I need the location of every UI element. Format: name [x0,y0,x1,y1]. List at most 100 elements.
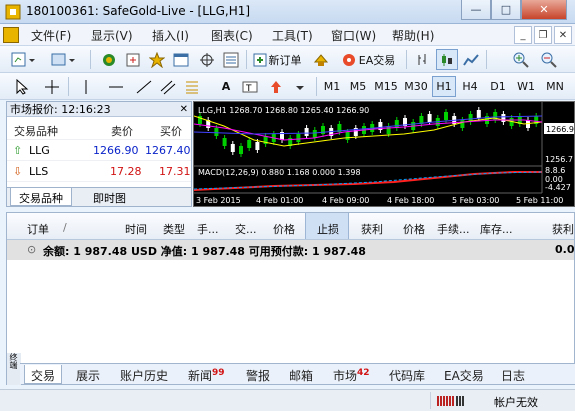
tab-trade[interactable]: 交易 [24,365,63,384]
col-time[interactable]: 时间 [125,221,147,237]
arrow-tool-icon[interactable] [266,76,286,97]
ea-trading-button[interactable]: EA交易 [336,49,400,70]
col-commission[interactable]: 手续... [437,221,470,237]
timeframe-m30[interactable]: M30 [402,76,430,97]
tab-symbols[interactable]: 交易品种 [10,188,72,206]
chart-line-icon[interactable] [460,49,482,70]
tab-tick-chart[interactable]: 即时图 [85,188,134,206]
maximize-button[interactable]: □ [491,0,521,20]
zoom-in-icon[interactable] [510,49,532,70]
strategy-tester-icon[interactable] [196,49,218,70]
col-price[interactable]: 价格 [403,221,425,237]
terminal-toggle-icon[interactable] [170,49,192,70]
balance-icon: ⊙ [27,243,37,256]
col-stop-loss[interactable]: 止损 [305,213,349,239]
tab-alerts[interactable]: 警报 [246,365,270,384]
close-icon[interactable]: ✕ [180,102,188,117]
candle-body [247,140,252,148]
terminal-panel: ✕ 订单 / 时间 类型 手... 交... 价格 止损 获利 价格 手续...… [6,212,575,385]
connection-status-cell[interactable] [430,392,480,409]
tab-mailbox[interactable]: 邮箱 [289,365,313,384]
title-bar: 180100361: SafeGold-Live - [LLG,H1] — □ … [0,0,575,24]
mdi-restore-button[interactable]: ❐ [534,26,552,44]
market-watch-panel: 市场报价: 12:16:23 ✕ 交易品种 卖价 买价 ⇧ LLG 1266.90… [6,101,192,207]
symbol-column-header[interactable]: 交易品种 [14,123,58,139]
profiles-icon[interactable] [48,49,80,70]
minimize-button[interactable]: — [461,0,491,20]
data-window-icon[interactable] [122,49,144,70]
mdi-minimize-button[interactable]: _ [514,26,532,44]
balance-row[interactable]: ⊙ 余额: 1 987.48 USD 净值: 1 987.48 可用预付款: 1… [7,240,575,260]
col-order[interactable]: 订单 [27,221,49,237]
mdi-close-button[interactable]: ✕ [554,26,572,44]
col-type[interactable]: 类型 [163,221,185,237]
balance-summary: 余额: 1 987.48 USD 净值: 1 987.48 可用预付款: 1 9… [43,245,366,258]
tab-market[interactable]: 市场42 [333,365,370,384]
fibonacci-icon[interactable] [182,76,202,97]
timeframe-m15[interactable]: M15 [372,76,400,97]
chart-canvas[interactable]: 1266.9 1256.7 8.8.6 0.00 -4.427 LLG,H1 1… [194,102,575,207]
new-order-button[interactable]: 新订单 [249,49,305,70]
down-arrow-icon: ⇩ [13,165,23,178]
cursor-icon[interactable] [12,76,32,97]
quote-row-lls[interactable]: ⇩ LLS 17.28 17.31 [7,161,191,182]
timeframe-w1[interactable]: W1 [514,76,538,97]
market-watch-tabs: 交易品种 即时图 [7,187,191,206]
chart-candles-icon[interactable] [436,49,458,70]
navigator-icon[interactable] [146,49,168,70]
col-symbol[interactable]: 交... [235,221,257,237]
vertical-line-icon[interactable] [76,76,96,97]
tab-news[interactable]: 新闻99 [188,365,225,384]
price-chart[interactable]: 1266.9 1256.7 8.8.6 0.00 -4.427 LLG,H1 1… [193,101,575,207]
col-profit[interactable]: 获利 [552,221,574,237]
horizontal-line-icon[interactable] [106,76,126,97]
more-tools-icon[interactable] [290,76,310,97]
autotrading-icon[interactable] [310,49,332,70]
tab-code-base[interactable]: 代码库 [389,365,425,384]
channel-icon[interactable] [158,76,178,97]
text-label-icon[interactable]: T [240,76,260,97]
tab-journal[interactable]: 日志 [501,365,525,384]
toolbar-separator [486,50,487,69]
bid-column-header[interactable]: 卖价 [111,123,133,139]
zoom-out-icon[interactable] [538,49,560,70]
close-button[interactable]: ✕ [521,0,567,20]
tab-experts[interactable]: EA交易 [444,365,484,384]
menu-charts[interactable]: 图表(C) [211,27,253,43]
col-take-profit[interactable]: 获利 [361,221,383,237]
menu-window[interactable]: 窗口(W) [331,27,376,43]
crosshair-icon[interactable] [42,76,62,97]
candle-body [230,144,235,152]
candle-body [476,110,481,118]
child-window-icon[interactable] [3,27,19,43]
timeframe-mn[interactable]: MN [542,76,568,97]
toolbar-separator [316,77,317,96]
quote-row-llg[interactable]: ⇧ LLG 1266.90 1267.40 [7,140,191,161]
chart-price-label: 1266.9 [546,125,574,134]
timeframe-h1[interactable]: H1 [432,76,456,97]
menu-view[interactable]: 显示(V) [91,27,133,43]
tab-account-history[interactable]: 账户历史 [120,365,168,384]
ask-column-header[interactable]: 买价 [160,123,182,139]
quote-ask: 1267.40 [145,144,191,157]
text-tool-icon[interactable]: A [216,76,236,97]
timeframe-m5[interactable]: M5 [346,76,370,97]
candle-body [501,114,506,122]
tab-exposure[interactable]: 展示 [76,365,100,384]
options-icon[interactable] [220,49,242,70]
trendline-icon[interactable] [134,76,154,97]
timeframe-m1[interactable]: M1 [320,76,344,97]
timeframe-h4[interactable]: H4 [458,76,482,97]
col-swap[interactable]: 库存... [480,221,513,237]
col-lots[interactable]: 手... [197,221,219,237]
new-chart-icon[interactable] [8,49,40,70]
col-open-price[interactable]: 价格 [273,221,295,237]
chart-bars-icon[interactable] [412,49,434,70]
timeframe-d1[interactable]: D1 [486,76,510,97]
market-watch-toggle-icon[interactable] [98,49,120,70]
menu-tools[interactable]: 工具(T) [272,27,313,43]
menu-insert[interactable]: 插入(I) [152,27,189,43]
time-label: 3 Feb 2015 [196,196,241,205]
menu-help[interactable]: 帮助(H) [392,27,434,43]
menu-file[interactable]: 文件(F) [31,27,71,43]
